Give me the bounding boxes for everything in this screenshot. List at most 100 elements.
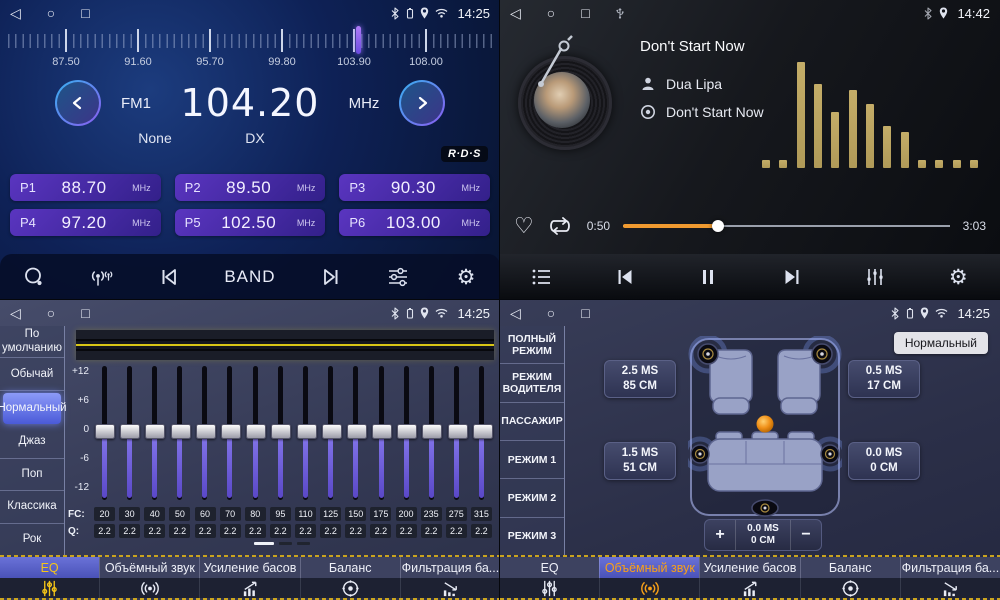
eq-preset-item[interactable]: Нормальный	[3, 393, 61, 424]
nav-back-button[interactable]: ◁	[510, 305, 521, 322]
previous-track-button[interactable]	[603, 258, 647, 296]
tab-bass-boost[interactable]: Усиление басов	[699, 557, 799, 578]
listening-mode-item[interactable]: РЕЖИМ ВОДИТЕЛЯ	[500, 364, 564, 402]
fc-value-chip[interactable]: 175	[370, 507, 391, 521]
eq-band-slider[interactable]	[346, 364, 366, 502]
slider-thumb[interactable]	[196, 424, 216, 439]
fc-value-chip[interactable]: 40	[144, 507, 165, 521]
tab-surround-sound[interactable]: Объёмный звук	[599, 557, 699, 578]
tab-filter[interactable]: Фильтрация ба...	[900, 557, 1000, 578]
slider-thumb[interactable]	[120, 424, 140, 439]
fc-value-chip[interactable]: 150	[345, 507, 366, 521]
tab-bass-boost[interactable]: Усиление басов	[199, 557, 299, 578]
eq-band-slider[interactable]	[195, 364, 215, 502]
slider-thumb[interactable]	[171, 424, 191, 439]
profile-badge[interactable]: Нормальный	[894, 332, 988, 354]
eq-band-slider[interactable]	[119, 364, 139, 502]
nav-home-button[interactable]: ○	[47, 5, 55, 21]
nav-recents-button[interactable]: □	[581, 5, 589, 21]
scan-button[interactable]	[12, 258, 56, 296]
slider-thumb[interactable]	[448, 424, 468, 439]
eq-band-slider[interactable]	[321, 364, 341, 502]
tab-filter[interactable]: Фильтрация ба...	[400, 557, 500, 578]
delay-increase-button[interactable]: +	[705, 520, 735, 550]
tab-eq[interactable]: EQ	[500, 557, 599, 578]
tab-bass-icon-button[interactable]	[199, 578, 299, 598]
radio-preset-button[interactable]: P2 89.50 MHz	[175, 174, 326, 201]
slider-thumb[interactable]	[347, 424, 367, 439]
q-value-chip[interactable]: 2.2	[119, 524, 140, 538]
tuning-scale[interactable]	[8, 28, 492, 54]
fc-value-chip[interactable]: 20	[94, 507, 115, 521]
nav-back-button[interactable]: ◁	[10, 5, 21, 22]
settings-button[interactable]: ⚙	[936, 258, 980, 296]
slider-thumb[interactable]	[322, 424, 342, 439]
nav-back-button[interactable]: ◁	[510, 5, 521, 22]
eq-band-slider[interactable]	[421, 364, 441, 502]
repeat-button[interactable]	[547, 217, 574, 236]
front-left-delay-button[interactable]: 2.5 MS 85 CM	[604, 360, 676, 398]
fc-value-chip[interactable]: 60	[195, 507, 216, 521]
fc-value-chip[interactable]: 95	[270, 507, 291, 521]
q-value-chip[interactable]: 2.2	[345, 524, 366, 538]
q-value-chip[interactable]: 2.2	[220, 524, 241, 538]
q-value-chip[interactable]: 2.2	[396, 524, 417, 538]
q-value-chip[interactable]: 2.2	[370, 524, 391, 538]
listening-mode-item[interactable]: ПАССАЖИР	[500, 403, 564, 441]
slider-thumb[interactable]	[473, 424, 493, 439]
eq-band-slider[interactable]	[296, 364, 316, 502]
listening-mode-item[interactable]: РЕЖИМ 1	[500, 441, 564, 479]
fc-value-chip[interactable]: 30	[119, 507, 140, 521]
nav-recents-button[interactable]: □	[81, 305, 89, 321]
seek-bar[interactable]	[623, 219, 950, 233]
eq-band-slider[interactable]	[472, 364, 492, 502]
settings-button[interactable]: ⚙	[444, 258, 488, 296]
fc-value-chip[interactable]: 80	[245, 507, 266, 521]
slider-thumb[interactable]	[271, 424, 291, 439]
q-value-chip[interactable]: 2.2	[169, 524, 190, 538]
fc-value-chip[interactable]: 110	[295, 507, 316, 521]
front-right-delay-button[interactable]: 0.5 MS 17 CM	[848, 360, 920, 398]
slider-thumb[interactable]	[422, 424, 442, 439]
listening-mode-item[interactable]: РЕЖИМ 2	[500, 479, 564, 517]
radio-preset-button[interactable]: P4 97.20 MHz	[10, 209, 161, 236]
seek-thumb[interactable]	[712, 220, 724, 232]
fc-value-chip[interactable]: 50	[169, 507, 190, 521]
rear-left-delay-button[interactable]: 1.5 MS 51 CM	[604, 442, 676, 480]
tab-balance-icon-button[interactable]	[300, 578, 400, 598]
next-station-button[interactable]	[309, 258, 353, 296]
tab-eq-icon-button[interactable]	[0, 578, 99, 598]
radio-preset-button[interactable]: P3 90.30 MHz	[339, 174, 490, 201]
slider-thumb[interactable]	[95, 424, 115, 439]
eq-preset-item[interactable]: По умолчанию	[0, 326, 64, 358]
radio-preset-button[interactable]: P5 102.50 MHz	[175, 209, 326, 236]
tab-filter-icon-button[interactable]	[900, 578, 1000, 598]
radio-preset-button[interactable]: P6 103.00 MHz	[339, 209, 490, 236]
tab-balance[interactable]: Баланс	[800, 557, 900, 578]
eq-preset-item[interactable]: Рок	[0, 524, 64, 555]
nav-back-button[interactable]: ◁	[10, 305, 21, 322]
eq-preset-item[interactable]: Обычай	[0, 358, 64, 390]
eq-preset-item[interactable]: Классика	[0, 491, 64, 523]
audio-settings-button[interactable]	[376, 258, 420, 296]
tune-down-button[interactable]	[55, 80, 101, 126]
tab-filter-icon-button[interactable]	[400, 578, 500, 598]
q-value-chip[interactable]: 2.2	[144, 524, 165, 538]
favorite-button[interactable]: ♡	[514, 214, 534, 239]
q-value-chip[interactable]: 2.2	[245, 524, 266, 538]
tab-surround-sound[interactable]: Объёмный звук	[99, 557, 199, 578]
eq-band-slider[interactable]	[447, 364, 467, 502]
tab-balance[interactable]: Баланс	[300, 557, 400, 578]
q-value-chip[interactable]: 2.2	[471, 524, 492, 538]
eq-band-slider[interactable]	[220, 364, 240, 502]
tab-surround-icon-button[interactable]	[99, 578, 199, 598]
fc-value-chip[interactable]: 125	[320, 507, 341, 521]
q-value-chip[interactable]: 2.2	[195, 524, 216, 538]
previous-station-button[interactable]	[147, 258, 191, 296]
tab-eq-icon-button[interactable]	[500, 578, 599, 598]
next-track-button[interactable]	[770, 258, 814, 296]
slider-thumb[interactable]	[246, 424, 266, 439]
rds-broadcast-button[interactable]	[80, 258, 124, 296]
eq-preset-item[interactable]: Джаз	[0, 426, 64, 458]
tab-surround-icon-button[interactable]	[599, 578, 699, 598]
